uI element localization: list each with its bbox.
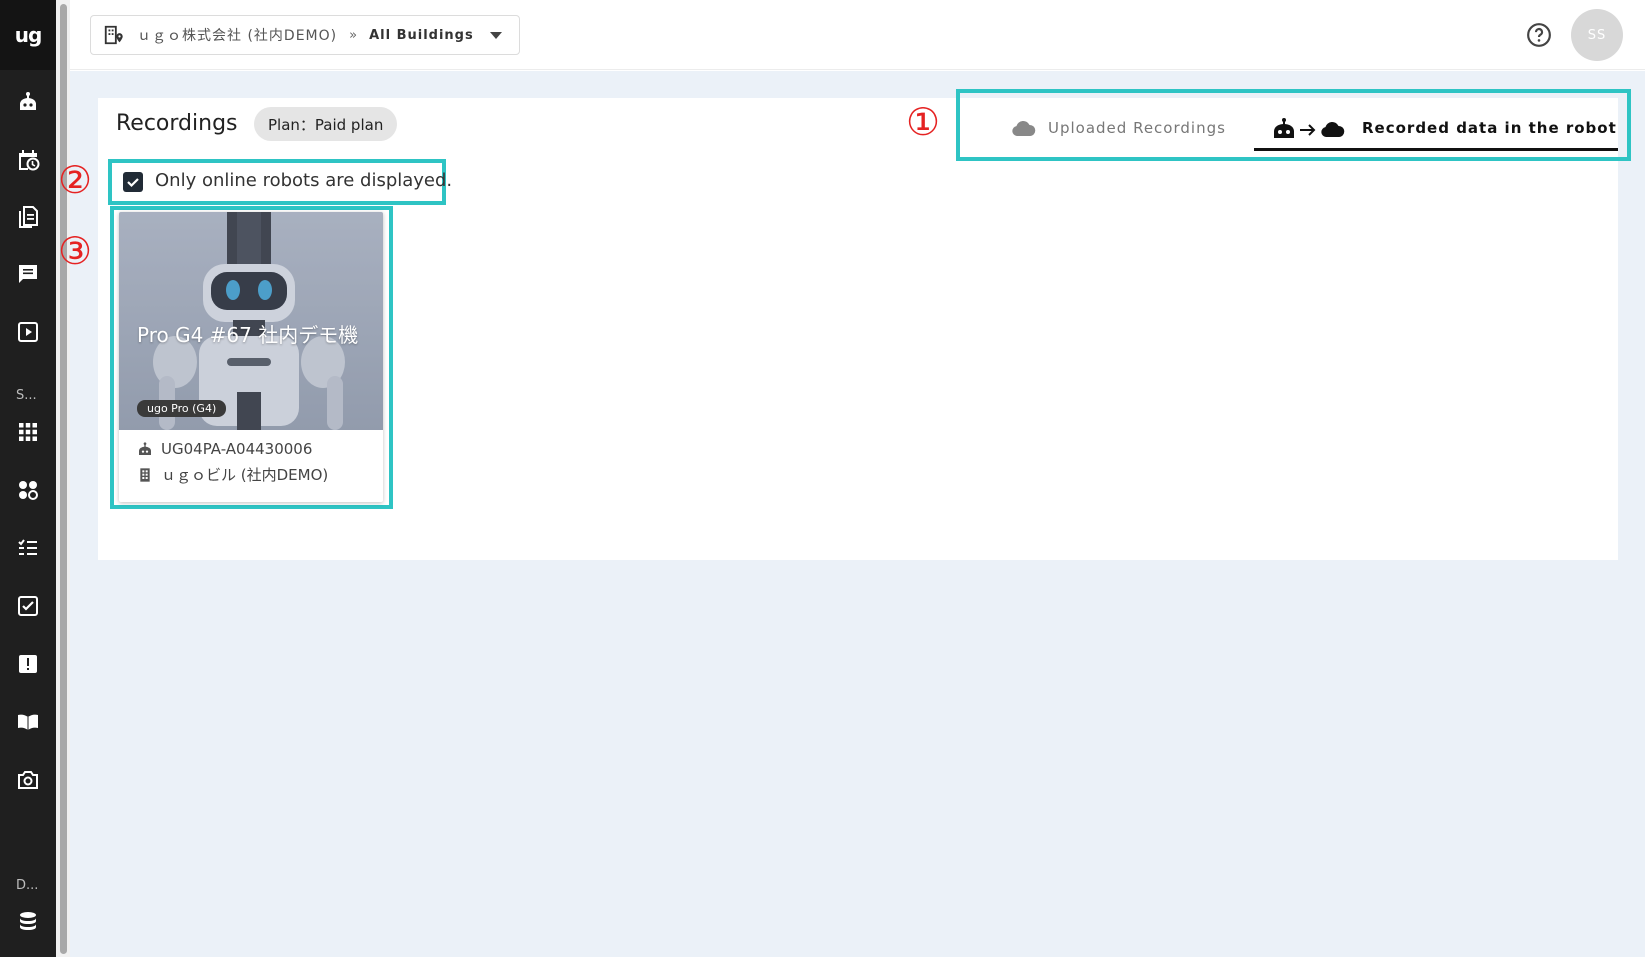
checklist-icon[interactable] [12,532,44,564]
robot-serial-row: UG04PA-A04430006 [137,440,312,458]
tab-uploaded-recordings[interactable]: Uploaded Recordings [1010,106,1226,150]
chevron-down-icon [489,31,502,39]
online-only-checkbox[interactable] [123,172,143,192]
sidebar: ug S... D... [0,0,56,957]
breadcrumb-separator: » [349,27,358,43]
document-icon[interactable] [12,201,44,233]
building-selector[interactable]: ｕｇｏ株式会社 (社内DEMO) » All Buildings [90,15,520,55]
help-icon[interactable] [1526,22,1552,48]
robot-to-cloud-icon [1274,118,1345,138]
tab-label: Recorded data in the robot [1362,119,1617,137]
building-icon [140,467,150,482]
active-tab-indicator [1254,148,1618,151]
callout-marker-2: ② [58,158,93,202]
tab-recorded-data-in-robot[interactable]: Recorded data in the robot [1272,106,1617,150]
robot-icon [139,442,151,455]
sidebar-scrollbar-thumb[interactable] [60,4,67,954]
check-icon [127,178,139,188]
robot-building-row: ｕｇｏビル (社内DEMO) [137,464,328,485]
app-window: ug S... D... ｕｇｏ株式会社 (社内DEMO) » All Buil… [0,0,1645,957]
grid-icon[interactable] [12,416,44,448]
callout-marker-3: ③ [58,229,93,273]
callout-marker-1: ① [906,100,941,144]
robot-icon[interactable] [12,86,44,118]
fan-icon[interactable] [12,474,44,506]
sidebar-section-label: D... [16,878,39,893]
breadcrumb-building: All Buildings [369,27,474,43]
chat-icon[interactable] [12,258,44,290]
cloud-icon [1012,120,1036,136]
robot-photo: Pro G4 #67 社内デモ機 ugo Pro (G4) [119,212,383,430]
breadcrumb-company: ｕｇｏ株式会社 (社内DEMO) [137,28,338,44]
calendar-clock-icon[interactable] [12,144,44,176]
database-icon[interactable] [12,906,44,938]
camera-icon[interactable] [12,764,44,796]
tab-label: Uploaded Recordings [1048,119,1226,137]
book-icon[interactable] [12,706,44,738]
robot-card[interactable]: Pro G4 #67 社内デモ機 ugo Pro (G4) UG04PA-A04… [119,212,383,502]
app-logo[interactable]: ug [0,0,56,70]
robot-building: ｕｇｏビル (社内DEMO) [161,466,329,484]
avatar[interactable]: SS [1571,9,1623,61]
plan-chip: Plan：Paid plan [254,107,398,141]
sidebar-section-label: S... [16,388,37,403]
task-check-icon[interactable] [12,590,44,622]
robot-model-badge: ugo Pro (G4) [137,400,227,417]
robot-name: Pro G4 #67 社内デモ機 [137,323,359,347]
play-icon[interactable] [12,316,44,348]
alert-icon[interactable] [12,648,44,680]
building-pin-icon [104,25,123,45]
online-only-label[interactable]: Only online robots are displayed. [155,170,452,191]
page-title: Recordings [116,111,238,136]
robot-serial: UG04PA-A04430006 [161,440,313,458]
